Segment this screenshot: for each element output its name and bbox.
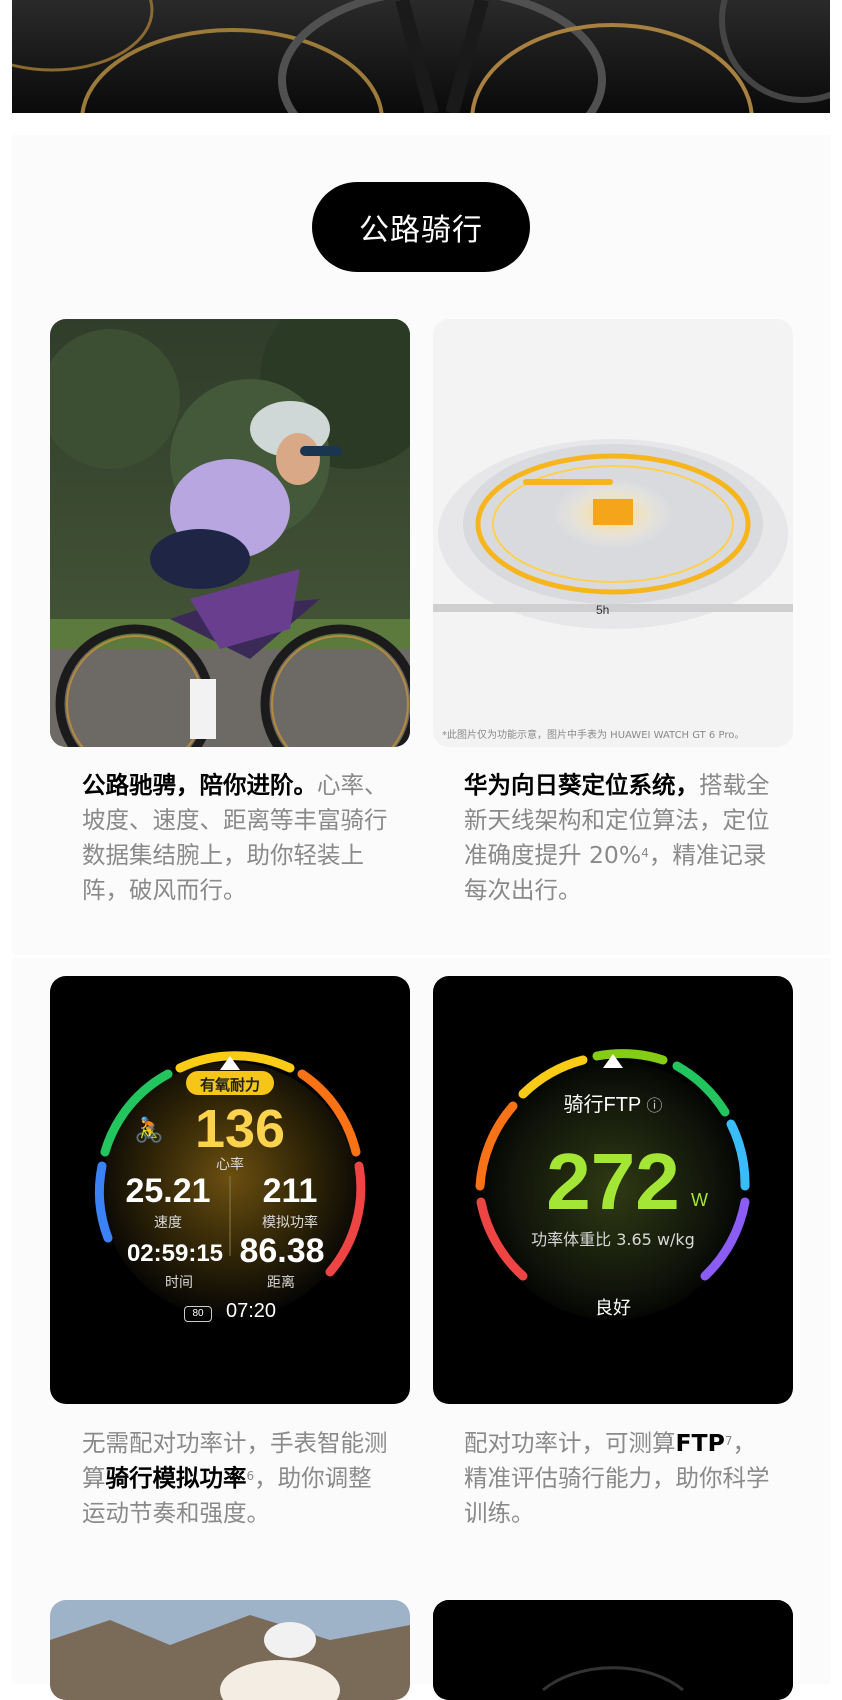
mountain-cyclist-image <box>50 1600 410 1700</box>
card-2-footnote: 4 <box>641 846 649 860</box>
card-4-desc-pre: 配对功率计，可测算 <box>464 1429 676 1457</box>
ftp-value: 272 <box>546 1137 680 1226</box>
ftp-title: 骑行FTP ⓘ <box>533 1088 693 1117</box>
watch-gps-render: 5h <box>433 319 793 747</box>
card-4-description: 配对功率计，可测算FTP7，精准评估骑行能力，助你科学训练。 <box>464 1426 776 1531</box>
cyclist-photo <box>50 319 410 747</box>
watch-face-ring <box>94 1051 366 1318</box>
card-1-description: 公路驰骋，陪你进阶。心率、坡度、速度、距离等丰富骑行数据集结腕上，助你轻装上阵，… <box>82 768 394 908</box>
cyclist-mountain-photo <box>50 1600 410 1700</box>
time-label: 时间 <box>165 1275 193 1291</box>
card-1-desc-bold: 公路驰骋，陪你进阶。 <box>82 771 317 799</box>
ftp-unit: W <box>691 1190 708 1210</box>
ftp-title-text: 骑行FTP <box>563 1094 641 1116</box>
dark-watch-image <box>433 1600 793 1700</box>
power-value: 211 <box>262 1172 318 1210</box>
time-value: 02:59:15 <box>126 1240 224 1267</box>
ftp-watch-face: 骑行FTP ⓘ 272 W 功率体重比 3.65 w/kg 良好 <box>433 976 793 1404</box>
distance-value: 86.38 <box>239 1232 325 1270</box>
hero-image <box>12 0 830 113</box>
card-3-footnote: 6 <box>246 1469 255 1483</box>
zone-label: 有氧耐力 <box>199 1077 260 1094</box>
power-label: 模拟功率 <box>262 1215 318 1231</box>
speed-label: 速度 <box>154 1215 182 1231</box>
heart-rate-label: 心率 <box>216 1157 244 1173</box>
card-2-description: 华为向日葵定位系统，搭载全新天线架构和定位算法，定位准确度提升 20%4，精准记… <box>464 768 776 908</box>
image-disclaimer: *此图片仅为功能示意，图片中手表为 HUAWEI WATCH GT 6 Pro。 <box>442 730 745 741</box>
bike-icon: 🚴 <box>134 1117 164 1144</box>
cycling-watch-face: 有氧耐力 🚴 136 心率 25.21 速度 211 模拟功率 02:59:15… <box>50 976 410 1404</box>
card-3-description: 无需配对功率计，手表智能测算骑行模拟功率6，助你调整运动节奏和强度。 <box>82 1426 394 1531</box>
cyclist-image <box>50 319 410 747</box>
card-2-desc-bold: 华为向日葵定位系统， <box>464 771 699 799</box>
watch-mark-text: 5h <box>596 603 609 617</box>
heart-rate-value: 136 <box>194 1099 286 1159</box>
battery-value: 80 <box>192 1308 204 1319</box>
card-4-desc-bold: FTP <box>675 1429 725 1457</box>
battery-icon: 80 <box>184 1306 212 1322</box>
power-weight-ratio: 功率体重比 3.65 w/kg <box>531 1230 695 1249</box>
watch-antenna-image: 5h <box>433 439 793 629</box>
info-icon[interactable]: ⓘ <box>646 1098 662 1115</box>
bike-wheels-image <box>12 0 830 113</box>
ftp-rating: 良好 <box>595 1298 631 1318</box>
speed-value: 25.21 <box>125 1172 211 1210</box>
distance-label: 距离 <box>267 1275 295 1291</box>
card-3-desc-bold: 骑行模拟功率 <box>105 1464 247 1492</box>
card-4-footnote: 7 <box>724 1434 733 1448</box>
dark-watch-card <box>433 1600 793 1700</box>
section-title-pill[interactable]: 公路骑行 <box>312 182 530 272</box>
clock-value: 07:20 <box>225 1300 277 1322</box>
